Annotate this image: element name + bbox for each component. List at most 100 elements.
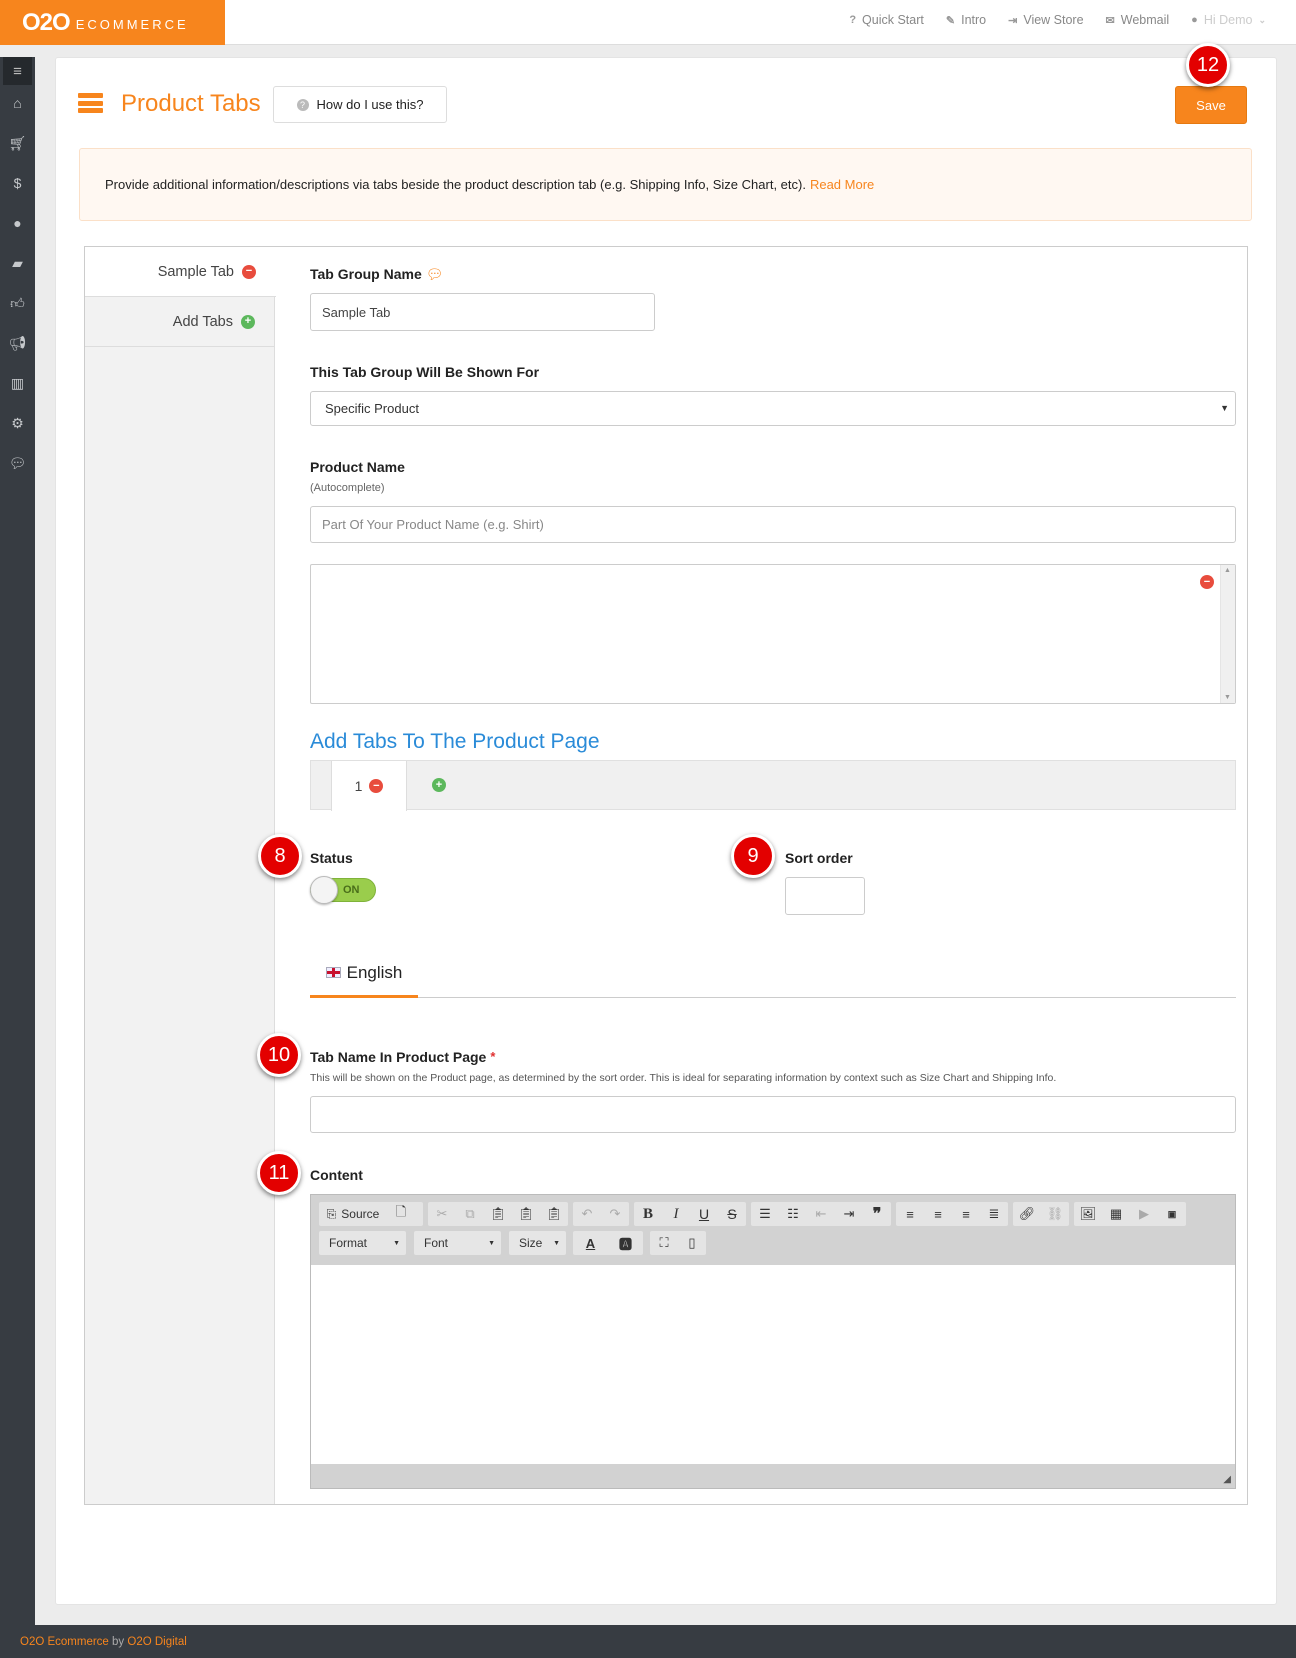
chat-icon[interactable]: 💬︎ <box>0 449 35 477</box>
video-icon[interactable]: ▶ <box>1130 1202 1158 1226</box>
add-tab-icon[interactable]: + <box>432 778 446 792</box>
vtab-sample-tab[interactable]: Sample Tab − <box>85 247 276 297</box>
nav-webmail[interactable]: ✉ Webmail <box>1106 13 1170 27</box>
user-icon[interactable]: ● <box>0 209 35 237</box>
text-color-icon[interactable]: A <box>573 1231 608 1255</box>
format-dropdown[interactable]: Format ▼ <box>319 1231 406 1255</box>
vtab-add-tabs[interactable]: Add Tabs + <box>85 297 275 347</box>
align-center-icon[interactable]: ≡ <box>924 1202 952 1226</box>
footer-by: by <box>112 1635 125 1648</box>
envelope-icon: ✉ <box>1105 14 1115 27</box>
comment-icon[interactable]: 💬︎ <box>426 266 444 282</box>
read-more-link[interactable]: Read More <box>810 177 874 192</box>
link-icon[interactable]: 🔗︎ <box>1013 1202 1041 1226</box>
tab-english[interactable]: English <box>310 950 418 998</box>
question-circle-icon: ? <box>296 98 309 111</box>
add-icon[interactable]: + <box>241 314 255 329</box>
bar-chart-icon[interactable]: ▥ <box>0 369 35 397</box>
top-nav: ? Quick Start ✎ Intro ⇥ View Store ✉ Webmail… <box>849 0 1266 40</box>
indent-icon[interactable]: ⇥ <box>835 1202 863 1226</box>
cart-icon[interactable]: 🛒︎ <box>0 129 35 157</box>
table-icon[interactable]: ▦ <box>1102 1202 1130 1226</box>
toggle-knob <box>310 876 338 904</box>
show-blocks-icon[interactable]: ▯ <box>678 1231 706 1255</box>
bg-color-icon[interactable]: 🅰︎ <box>608 1231 643 1255</box>
help-button[interactable]: ? How do I use this? <box>273 86 447 123</box>
image-icon[interactable]: 🖼︎ <box>1074 1202 1102 1226</box>
bullhorn-icon[interactable]: 📢︎ <box>0 329 35 357</box>
nav-quick-start[interactable]: ? Quick Start <box>849 13 924 27</box>
bold-icon[interactable]: B <box>634 1202 662 1226</box>
redo-icon[interactable]: ↷ <box>601 1202 629 1226</box>
tab-name-label: Tab Name In Product Page * <box>310 1049 495 1065</box>
italic-icon[interactable]: I <box>662 1202 690 1226</box>
size-dropdown[interactable]: Size ▼ <box>509 1231 566 1255</box>
paste-icon[interactable]: 📋︎ <box>484 1202 512 1226</box>
shown-for-label: This Tab Group Will Be Shown For <box>310 364 540 380</box>
toggle-text: ON <box>343 884 360 896</box>
source-button[interactable]: ⎘ Source <box>319 1202 387 1226</box>
caret-down-icon: ▼ <box>553 1240 560 1247</box>
info-box: Provide additional information/descripti… <box>79 148 1252 221</box>
tab-1[interactable]: 1 − <box>331 761 407 811</box>
group-name-label: Tab Group Name 💬︎ <box>310 266 443 283</box>
undo-icon[interactable]: ↶ <box>573 1202 601 1226</box>
product-tabs-bar: 1 − + <box>310 760 1236 811</box>
numbered-list-icon[interactable]: ☷ <box>779 1202 807 1226</box>
question-icon: ? <box>849 14 857 26</box>
editor-body[interactable] <box>311 1265 1235 1464</box>
toolbar-group-colors: A 🅰︎ <box>573 1231 643 1255</box>
remove-icon[interactable]: − <box>1200 575 1214 589</box>
copy-icon[interactable]: ⧉ <box>456 1202 484 1226</box>
paste-word-icon[interactable]: 📋︎ <box>540 1202 568 1226</box>
home-icon[interactable]: ⌂ <box>0 89 35 117</box>
group-name-input[interactable]: Sample Tab <box>310 293 655 331</box>
user-menu[interactable]: ● Hi Demo ⌄ <box>1191 13 1266 27</box>
bulleted-list-icon[interactable]: ☰ <box>751 1202 779 1226</box>
shown-for-select[interactable]: Specific Product ▼ <box>310 391 1236 426</box>
callout-badge: 10 <box>257 1033 301 1077</box>
underline-icon[interactable]: U <box>690 1202 718 1226</box>
new-page-icon[interactable]: 🗋 <box>387 1202 415 1226</box>
nav-label: Intro <box>961 13 987 27</box>
thumbs-up-icon[interactable]: 👍︎ <box>0 289 35 317</box>
scrollbar[interactable]: ▲ ▼ <box>1220 565 1235 703</box>
editor-toolbar: ⎘ Source 🗋 ✂ ⧉ 📋︎ 📋︎ 📋︎ ↶ ↷ B I U S ☰ ☷ ⇤… <box>311 1195 1235 1265</box>
gears-icon[interactable]: ⚙ <box>0 409 35 437</box>
nav-intro[interactable]: ✎ Intro <box>946 13 986 27</box>
save-button[interactable]: Save <box>1175 86 1247 124</box>
scroll-down-icon[interactable]: ▼ <box>1224 694 1231 701</box>
dollar-icon[interactable]: $ <box>0 169 35 197</box>
footer-company[interactable]: O2O Digital <box>127 1636 186 1648</box>
sort-order-input[interactable] <box>785 877 865 915</box>
font-dropdown[interactable]: Font ▼ <box>414 1231 501 1255</box>
align-left-icon[interactable]: ≡ <box>896 1202 924 1226</box>
resize-handle-icon[interactable]: ◢ <box>1223 1474 1231 1485</box>
menu-icon[interactable]: ≡ <box>3 57 32 85</box>
remove-icon[interactable]: − <box>242 264 256 279</box>
strike-icon[interactable]: S <box>718 1202 746 1226</box>
blockquote-icon[interactable]: ❞ <box>863 1202 891 1226</box>
align-right-icon[interactable]: ≡ <box>952 1202 980 1226</box>
paste-text-icon[interactable]: 📋︎ <box>512 1202 540 1226</box>
unlink-icon[interactable]: ⛓ <box>1041 1202 1069 1226</box>
select-value: Specific Product <box>325 401 419 416</box>
product-list[interactable]: − ▲ ▼ <box>310 564 1236 704</box>
remove-icon[interactable]: − <box>369 779 384 793</box>
help-label: How do I use this? <box>316 97 424 112</box>
justify-icon[interactable]: ≣ <box>980 1202 1008 1226</box>
outdent-icon[interactable]: ⇤ <box>807 1202 835 1226</box>
cut-icon[interactable]: ✂ <box>428 1202 456 1226</box>
maximize-icon[interactable]: ⛶ <box>650 1231 678 1255</box>
status-toggle[interactable]: ON <box>310 876 376 904</box>
footer-brand[interactable]: O2O Ecommerce <box>20 1636 109 1648</box>
toolbar-group-insert: 🖼︎ ▦ ▶ ▣ <box>1074 1202 1186 1226</box>
logo[interactable]: O2O ECOMMERCE <box>0 0 225 45</box>
scroll-up-icon[interactable]: ▲ <box>1224 567 1231 574</box>
label-text: Tab Group Name <box>310 266 422 282</box>
product-name-input[interactable]: Part Of Your Product Name (e.g. Shirt) <box>310 506 1236 543</box>
youtube-icon[interactable]: ▣ <box>1158 1202 1186 1226</box>
nav-view-store[interactable]: ⇥ View Store <box>1008 13 1083 27</box>
tab-name-input[interactable] <box>310 1096 1236 1133</box>
book-icon[interactable]: ▰ <box>0 249 35 277</box>
